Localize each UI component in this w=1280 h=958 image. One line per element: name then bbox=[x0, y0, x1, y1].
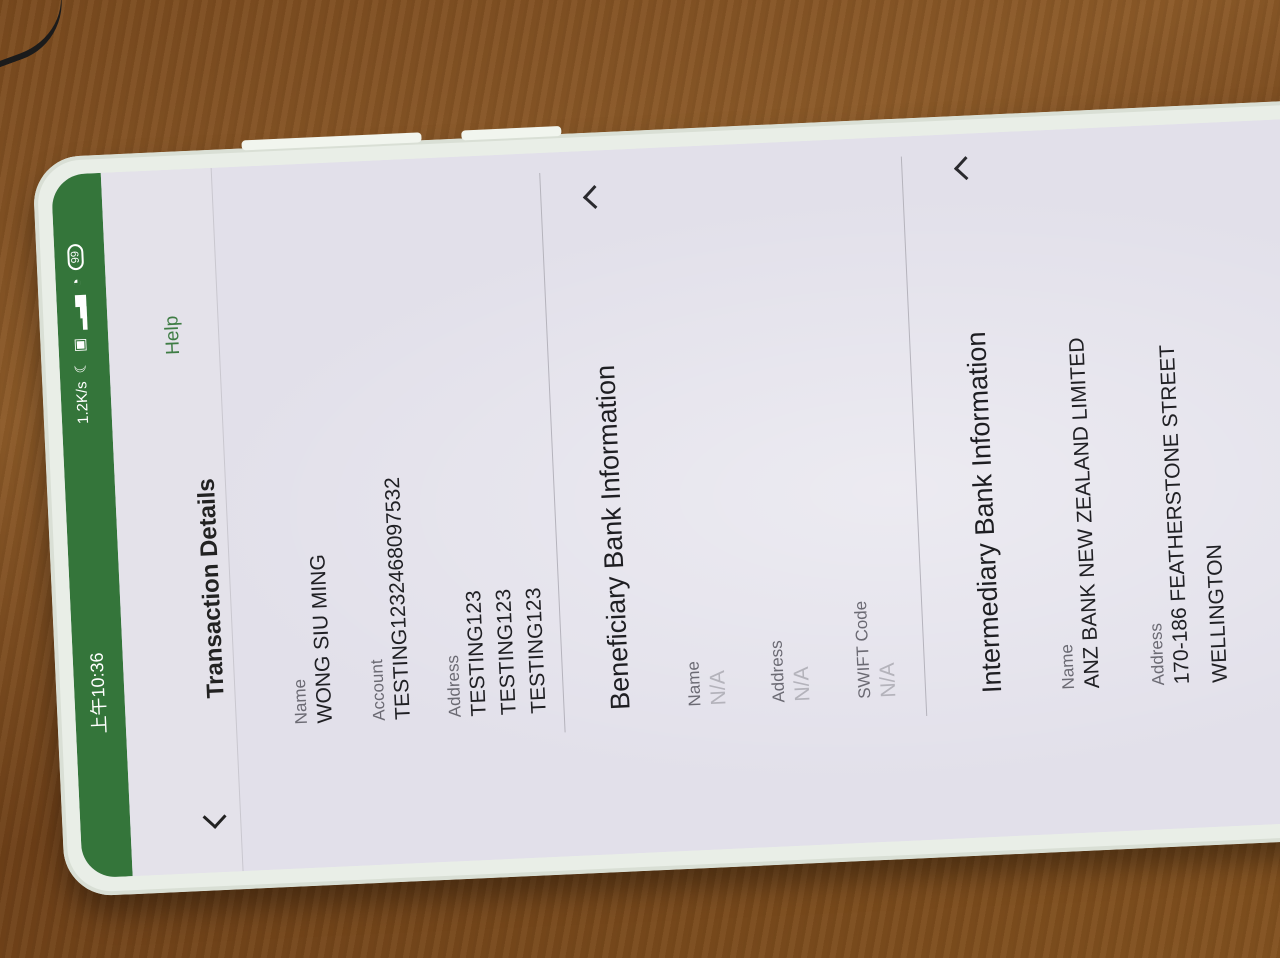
intermediary-bank-name-label: Name bbox=[1057, 643, 1079, 690]
beneficiary-address-line-1: TESTING123 bbox=[462, 589, 491, 717]
screen: 上午10:36 1.2K/s ☾ ▣ ▂▃▅ ◔ 99 Transaction … bbox=[50, 112, 1280, 879]
phone: 上午10:36 1.2K/s ☾ ▣ ▂▃▅ ◔ 99 Transaction … bbox=[32, 94, 1280, 898]
intermediary-bank-section-title[interactable]: Intermediary Bank Information bbox=[961, 331, 1008, 694]
status-time: 上午10:36 bbox=[86, 652, 111, 734]
beneficiary-bank-name-label: Name bbox=[683, 660, 705, 707]
beneficiary-account-label: Account bbox=[367, 659, 389, 722]
intermediary-bank-name: ANZ BANK NEW ZEALAND LIMITED bbox=[1065, 337, 1105, 689]
signal-icon: ▂▃▅ bbox=[69, 294, 88, 331]
help-link[interactable]: Help bbox=[161, 315, 185, 355]
collapse-chevron-icon[interactable] bbox=[582, 184, 607, 210]
swift-code: N/A bbox=[875, 662, 901, 699]
beneficiary-bank-address-label: Address bbox=[766, 639, 789, 704]
hd-icon: ▣ bbox=[71, 337, 89, 353]
swift-code-label: SWIFT Code bbox=[850, 600, 875, 700]
beneficiary-name: WONG SIU MING bbox=[306, 553, 337, 724]
beneficiary-bank-section-title[interactable]: Beneficiary Bank Information bbox=[590, 364, 637, 710]
battery-icon: 99 bbox=[66, 243, 85, 271]
status-icons: 1.2K/s ☾ ▣ ▂▃▅ ◔ 99 bbox=[66, 243, 92, 425]
beneficiary-name-label: Name bbox=[289, 678, 311, 725]
beneficiary-address-line-2: TESTING123 bbox=[492, 588, 521, 716]
beneficiary-bank-name: N/A bbox=[705, 669, 731, 706]
intermediary-bank-address-label: Address bbox=[1146, 622, 1169, 686]
beneficiary-bank-address: N/A bbox=[789, 666, 815, 703]
beneficiary-address-label: Address bbox=[442, 654, 465, 718]
beneficiary-address-line-3: TESTING123 bbox=[522, 587, 551, 715]
back-arrow-icon[interactable] bbox=[202, 804, 227, 829]
section-divider bbox=[900, 156, 928, 717]
alarm-icon: ☾ bbox=[72, 359, 90, 374]
intermediary-bank-address-line-2: WELLINGTON bbox=[1202, 543, 1233, 684]
collapse-chevron-icon[interactable] bbox=[953, 156, 978, 181]
network-speed: 1.2K/s bbox=[72, 381, 92, 425]
wifi-icon: ◔ bbox=[68, 277, 86, 288]
